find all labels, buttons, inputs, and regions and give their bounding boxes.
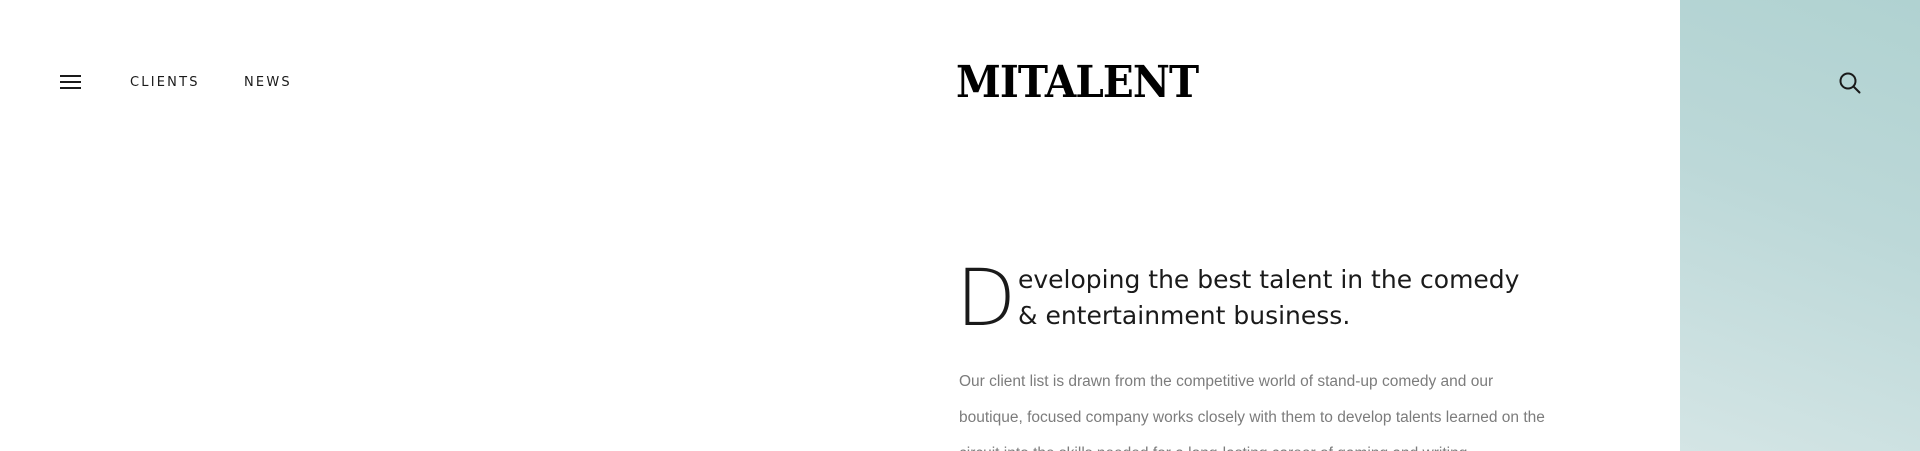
menu-bar xyxy=(60,87,81,89)
search-icon-graphic xyxy=(1839,72,1861,94)
search-icon[interactable] xyxy=(1838,71,1862,95)
intro-body-text: Our client list is drawn from the compet… xyxy=(959,373,1545,451)
hamburger-menu-icon[interactable] xyxy=(60,73,82,91)
menu-bar xyxy=(60,75,81,77)
lead-line-2: & entertainment business. xyxy=(1018,301,1351,330)
nav-link-news[interactable]: NEWS xyxy=(244,75,292,90)
page: CLIENTS NEWS MITALENT D eveloping the be… xyxy=(0,0,1920,451)
menu-bar xyxy=(60,81,81,83)
side-panel xyxy=(1680,0,1920,451)
site-logo[interactable]: MITALENT xyxy=(956,57,1199,109)
lead-text: eveloping the best talent in the comedy … xyxy=(1018,262,1538,334)
lead-line-1: eveloping the best talent in the comedy xyxy=(1018,265,1520,294)
drop-cap: D xyxy=(956,254,1017,344)
nav-link-clients[interactable]: CLIENTS xyxy=(130,75,200,90)
